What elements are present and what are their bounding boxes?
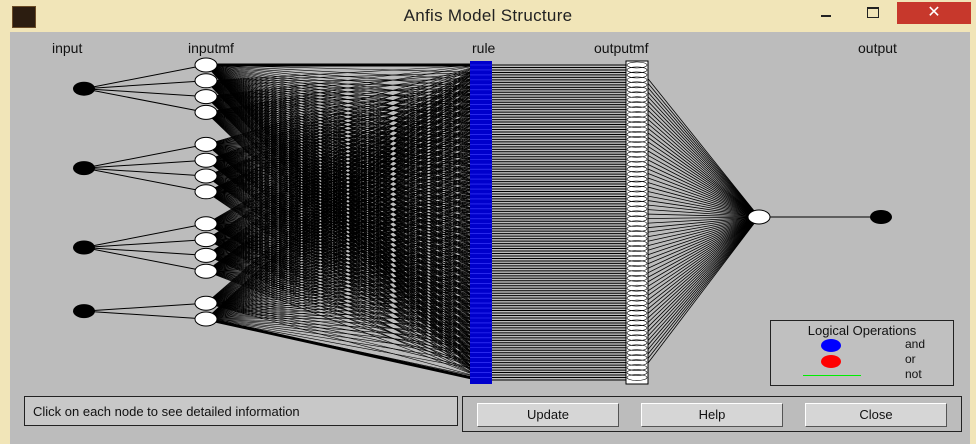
not-line-icon bbox=[803, 375, 861, 376]
legend-or-label: or bbox=[905, 352, 916, 366]
inputmf-node[interactable] bbox=[194, 311, 218, 327]
maximize-button[interactable] bbox=[852, 2, 894, 24]
layer-label-input: input bbox=[52, 40, 83, 56]
structure-canvas: input inputmf rule outputmf output Logic… bbox=[10, 32, 970, 388]
inputmf-node[interactable] bbox=[194, 57, 218, 73]
input-node[interactable] bbox=[73, 304, 95, 319]
inputmf-node[interactable] bbox=[194, 73, 218, 89]
inputmf-node[interactable] bbox=[194, 295, 218, 311]
legend-title: Logical Operations bbox=[807, 323, 917, 338]
input-node[interactable] bbox=[73, 161, 95, 176]
legend-and-label: and bbox=[905, 337, 926, 351]
anfis-window: Anfis Model Structure ✕ input inputmf ru… bbox=[0, 0, 976, 444]
output-node[interactable] bbox=[870, 210, 892, 224]
inputmf-node[interactable] bbox=[194, 184, 218, 200]
close-button[interactable]: Close bbox=[805, 403, 947, 427]
inputmf-node[interactable] bbox=[194, 136, 218, 152]
inputmf-node[interactable] bbox=[194, 216, 218, 232]
layer-label-inputmf: inputmf bbox=[188, 40, 234, 56]
minimize-button[interactable] bbox=[805, 2, 847, 24]
help-button[interactable]: Help bbox=[641, 403, 783, 427]
update-button[interactable]: Update bbox=[477, 403, 619, 427]
layer-label-rule: rule bbox=[472, 40, 496, 56]
close-window-button[interactable]: ✕ bbox=[897, 2, 971, 24]
or-node-icon bbox=[821, 355, 841, 368]
input-node[interactable] bbox=[73, 81, 95, 96]
inputmf-node[interactable] bbox=[194, 89, 218, 105]
inputmf-node[interactable] bbox=[194, 152, 218, 168]
status-text: Click on each node to see detailed infor… bbox=[24, 396, 458, 426]
output-sum-node[interactable] bbox=[747, 209, 771, 225]
bottom-panel: Click on each node to see detailed infor… bbox=[10, 388, 970, 444]
title-bar: Anfis Model Structure ✕ bbox=[0, 0, 976, 32]
inputmf-node[interactable] bbox=[194, 247, 218, 263]
legend-not-label: not bbox=[905, 367, 922, 381]
input-node[interactable] bbox=[73, 240, 95, 255]
inputmf-node[interactable] bbox=[194, 232, 218, 248]
inputmf-node[interactable] bbox=[194, 104, 218, 120]
inputmf-node[interactable] bbox=[194, 263, 218, 279]
layer-label-outputmf: outputmf bbox=[594, 40, 649, 56]
button-panel: Update Help Close bbox=[462, 396, 962, 432]
and-node-icon bbox=[821, 339, 841, 352]
layer-label-output: output bbox=[858, 40, 897, 56]
logical-operations-legend: Logical Operations and or not bbox=[770, 320, 954, 386]
inputmf-node[interactable] bbox=[194, 168, 218, 184]
